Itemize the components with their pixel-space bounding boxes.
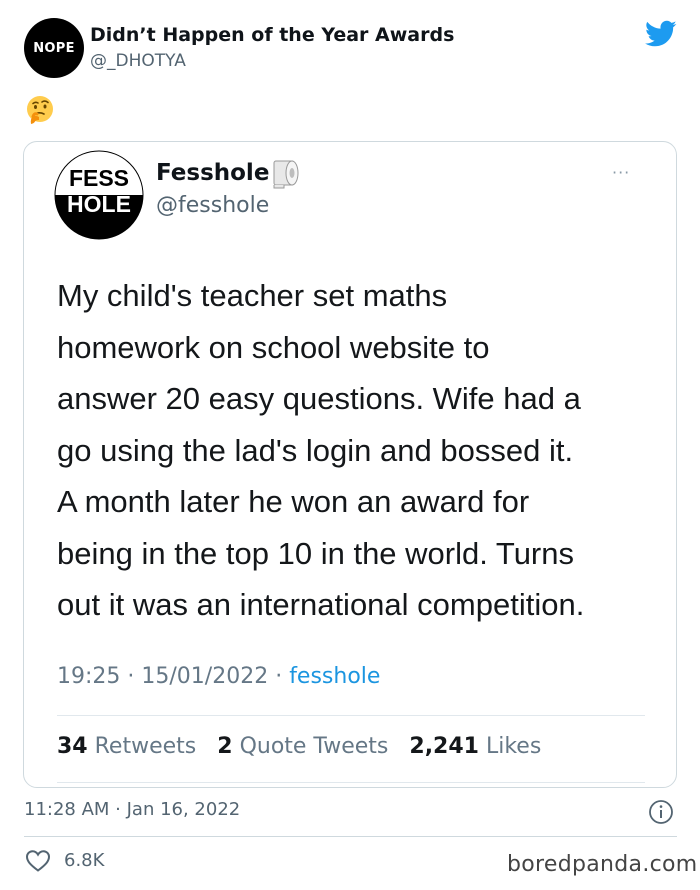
retweets-count: 34 — [57, 734, 88, 759]
quoted-avatar-line2: HOLE — [67, 191, 131, 217]
author-handle[interactable]: @_DHOTYA — [90, 51, 186, 71]
quoted-date: 15/01/2022 — [141, 664, 269, 689]
quote-tweets-label: Quote Tweets — [239, 734, 389, 759]
quoted-text-line: go using the lad's login and bossed it. — [57, 432, 574, 468]
thinking-face-icon — [27, 96, 53, 124]
author-avatar[interactable]: NOPE — [24, 18, 84, 78]
quoted-text-line: being in the top 10 in the world. Turns — [57, 535, 574, 571]
quoted-author-handle[interactable]: @fesshole — [156, 193, 269, 218]
toilet-paper-icon — [273, 160, 299, 189]
retweets-label: Retweets — [94, 734, 197, 759]
quoted-source-link[interactable]: fesshole — [289, 664, 380, 689]
quoted-text-line: answer 20 easy questions. Wife had a — [57, 381, 581, 416]
quoted-text-line: homework on school website to — [57, 329, 490, 365]
likes-stat[interactable]: 2,241 Likes — [409, 734, 541, 759]
quoted-time: 19:25 — [57, 664, 121, 689]
watermark: boredpanda.com — [507, 852, 698, 877]
quoted-text-line: out it was an international competition. — [57, 587, 585, 622]
info-icon[interactable] — [648, 799, 674, 825]
retweets-stat[interactable]: 34 Retweets — [57, 734, 196, 759]
author-name[interactable]: Didn’t Happen of the Year Awards — [90, 24, 454, 46]
quoted-avatar-line1: FESS — [69, 165, 129, 191]
quoted-stats: 34 Retweets 2 Quote Tweets 2,241 Likes — [57, 734, 541, 759]
quoted-text-line: My child's teacher set maths — [57, 278, 448, 313]
likes-count: 2,241 — [409, 734, 479, 759]
twitter-bird-icon[interactable] — [645, 20, 677, 48]
divider — [57, 715, 645, 716]
quoted-tweet-text: My child's teacher set maths homework on… — [57, 270, 657, 631]
quote-tweets-stat[interactable]: 2 Quote Tweets — [217, 734, 388, 759]
more-options-icon[interactable]: ··· — [612, 163, 630, 182]
quoted-text-line: A month later he won an award for — [57, 484, 530, 519]
quoted-tweet-meta: 19:25 · 15/01/2022 · fesshole — [57, 664, 381, 689]
likes-count-footer[interactable]: 6.8K — [64, 850, 104, 871]
likes-label: Likes — [485, 734, 542, 759]
divider — [57, 782, 645, 783]
quoted-avatar[interactable]: FESS HOLE — [54, 150, 144, 240]
divider — [24, 836, 677, 837]
quote-tweets-count: 2 — [217, 734, 233, 759]
author-avatar-text: NOPE — [33, 40, 75, 56]
heart-icon[interactable] — [25, 849, 51, 873]
quoted-author-name[interactable]: Fesshole — [156, 160, 269, 186]
tweet-timestamp[interactable]: 11:28 AM · Jan 16, 2022 — [24, 799, 240, 820]
